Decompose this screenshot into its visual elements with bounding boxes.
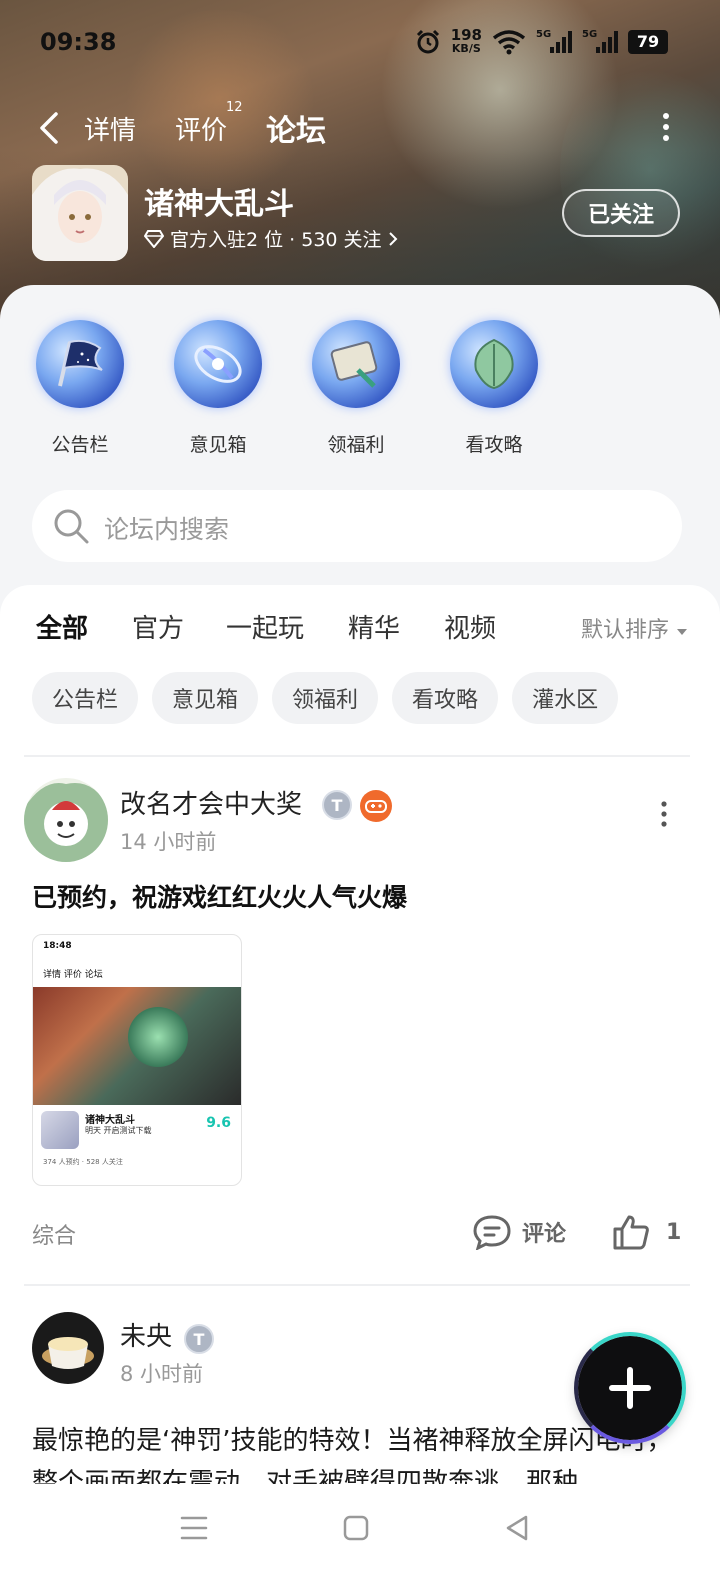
game-name: 诸神大乱斗 xyxy=(144,187,294,222)
search-icon xyxy=(54,509,89,544)
post-image[interactable]: 18:48 详情 评价 论坛 诸神大乱斗 明天 开启测试下载 9.6 374 人… xyxy=(32,934,242,1186)
thumb-status-time: 18:48 xyxy=(43,941,72,951)
net-speed-value: 198 xyxy=(450,26,482,44)
gamepad-badge-icon xyxy=(360,790,392,822)
post-category[interactable]: 综合 xyxy=(32,1218,76,1250)
thumbs-up-icon xyxy=(613,1215,649,1250)
tab-reviews[interactable]: 评价 xyxy=(175,110,227,147)
sort-dropdown[interactable]: 默认排序 xyxy=(581,612,688,644)
signal-2-label: 5G xyxy=(582,28,598,40)
scroll-icon xyxy=(312,320,400,408)
game-info: 诸神大乱斗 官方入驻2 位 · 530 关注 已关注 xyxy=(32,165,692,265)
filter-tab-play-together[interactable]: 一起玩 xyxy=(226,608,304,645)
category-chips: 公告栏 意见箱 领福利 看攻略 灌水区 xyxy=(32,672,619,724)
filter-tab-video[interactable]: 视频 xyxy=(444,608,496,645)
leaf-icon xyxy=(450,320,538,408)
shortcut-announcements[interactable]: 公告栏 xyxy=(20,320,140,457)
post-author[interactable]: 未央 xyxy=(120,1316,172,1353)
net-speed-unit: KB/S xyxy=(451,42,481,55)
flag-icon xyxy=(36,320,124,408)
battery-icon: 79 xyxy=(628,29,668,54)
home-icon[interactable] xyxy=(338,1510,374,1546)
game-meta[interactable]: 官方入驻2 位 · 530 关注 xyxy=(144,225,398,252)
shortcut-guides[interactable]: 看攻略 xyxy=(434,320,554,457)
thumb-nav: 详情 评价 论坛 xyxy=(43,970,103,980)
game-avatar[interactable] xyxy=(32,165,128,261)
chevron-right-icon xyxy=(388,231,397,246)
user-level-badge: T xyxy=(322,790,352,820)
shortcut-label: 领福利 xyxy=(327,434,385,456)
shortcut-label: 看攻略 xyxy=(465,434,523,456)
like-count: 1 xyxy=(666,1219,682,1245)
galaxy-icon xyxy=(174,320,262,408)
comment-label: 评论 xyxy=(522,1222,567,1247)
filter-tab-featured[interactable]: 精华 xyxy=(348,608,400,645)
post-body[interactable]: 最惊艳的是‘神罚’技能的特效！当褚神释放全屏闪电时，整个画面都在震动，对手被劈得… xyxy=(32,1420,682,1484)
like-button[interactable]: 1 xyxy=(612,1210,681,1254)
caret-down-icon xyxy=(677,629,687,635)
filter-tab-official[interactable]: 官方 xyxy=(132,608,184,645)
diamond-icon xyxy=(144,229,164,248)
thumb-art xyxy=(33,987,241,1105)
menu-icon[interactable] xyxy=(176,1510,212,1546)
thumb-score: 9.6 xyxy=(206,1115,231,1131)
battery-level: 79 xyxy=(636,32,660,51)
thumb-game-icon xyxy=(41,1111,79,1149)
back-triangle-icon[interactable] xyxy=(500,1510,536,1546)
status-bar: 09:38 198 KB/S 5G 5G 79 xyxy=(0,24,720,64)
tab-forum[interactable]: 论坛 xyxy=(266,106,326,150)
forum-shortcuts: 公告栏 意见箱 领福利 看攻略 xyxy=(0,320,720,470)
reviews-count-badge: 12 xyxy=(226,100,243,115)
thumb-game-name: 诸神大乱斗 xyxy=(85,1115,135,1126)
divider xyxy=(24,755,690,757)
chip-rewards[interactable]: 领福利 xyxy=(272,672,379,724)
comment-icon xyxy=(473,1215,511,1250)
forum-search-bar[interactable]: 论坛内搜索 xyxy=(32,490,682,562)
shortcut-label: 意见箱 xyxy=(189,434,247,456)
status-time: 09:38 xyxy=(40,28,117,56)
user-level-badge: T xyxy=(184,1324,214,1354)
avatar[interactable] xyxy=(24,778,108,862)
post-author[interactable]: 改名才会中大奖 xyxy=(120,784,302,821)
post-title[interactable]: 已预约，祝游戏红红火火人气火爆 xyxy=(32,878,407,914)
back-arrow-icon[interactable] xyxy=(36,110,64,146)
cell-signal-1: 5G xyxy=(536,28,572,53)
shortcut-feedback[interactable]: 意见箱 xyxy=(158,320,278,457)
create-post-button[interactable] xyxy=(574,1332,686,1444)
chip-announcements[interactable]: 公告栏 xyxy=(32,672,139,724)
search-input[interactable]: 论坛内搜索 xyxy=(104,510,229,546)
comment-button[interactable]: 评论 xyxy=(472,1210,566,1254)
game-meta-text: 官方入驻2 位 · 530 关注 xyxy=(170,229,382,251)
status-icons: 198 KB/S 5G 5G 79 xyxy=(415,28,668,55)
more-options-icon[interactable] xyxy=(658,800,670,828)
plus-icon xyxy=(609,1367,651,1409)
post-time: 14 小时前 xyxy=(120,830,217,854)
post-footer: 综合 评论 1 xyxy=(32,1210,682,1254)
shortcut-rewards[interactable]: 领福利 xyxy=(296,320,416,457)
wifi-icon xyxy=(492,29,526,54)
thumb-sub: 明天 开启测试下载 xyxy=(85,1126,152,1135)
follow-button[interactable]: 已关注 xyxy=(562,189,680,237)
net-speed: 198 KB/S xyxy=(451,28,482,55)
system-nav-bar xyxy=(0,1490,720,1584)
thumb-foot: 374 人预约 · 528 人关注 xyxy=(43,1158,123,1166)
top-nav: 详情 评价 12 论坛 xyxy=(0,100,720,156)
post-time: 8 小时前 xyxy=(120,1362,204,1386)
chip-feedback[interactable]: 意见箱 xyxy=(152,672,259,724)
filter-tabs: 全部 官方 一起玩 精华 视频 默认排序 xyxy=(0,608,720,648)
alarm-clock-icon xyxy=(416,29,439,53)
post-header: 改名才会中大奖 T 14 小时前 xyxy=(24,778,690,864)
chip-chat[interactable]: 灌水区 xyxy=(512,672,619,724)
filter-tab-all[interactable]: 全部 xyxy=(36,608,88,645)
chip-guides[interactable]: 看攻略 xyxy=(392,672,499,724)
divider xyxy=(24,1284,690,1286)
tab-details[interactable]: 详情 xyxy=(84,110,136,147)
cell-signal-2: 5G xyxy=(582,28,618,53)
more-options-icon[interactable] xyxy=(656,112,676,142)
game-avatar-art xyxy=(32,165,128,261)
sort-label: 默认排序 xyxy=(580,618,669,643)
shortcut-label: 公告栏 xyxy=(51,434,109,456)
signal-1-label: 5G xyxy=(536,28,552,40)
avatar[interactable] xyxy=(32,1312,104,1384)
